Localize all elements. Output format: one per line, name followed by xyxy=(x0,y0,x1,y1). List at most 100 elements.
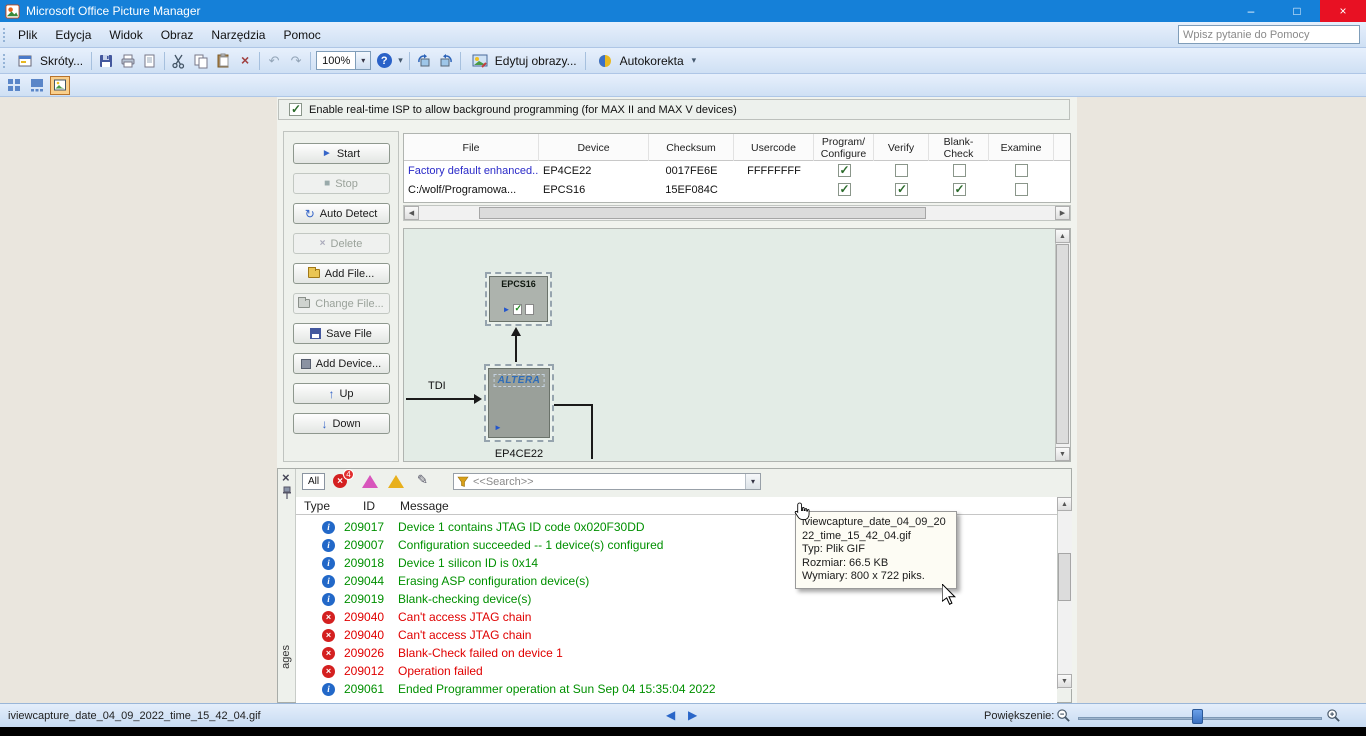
isp-checkbox[interactable] xyxy=(289,103,302,116)
menu-edycja[interactable]: Edycja xyxy=(46,25,100,45)
message-row[interactable]: ×209040Can't access JTAG chain xyxy=(296,626,1057,644)
messages-vertical-scrollbar[interactable]: ▲ ▼ xyxy=(1057,497,1072,689)
table-row[interactable]: Factory default enhanced... EP4CE22 0017… xyxy=(404,161,1070,180)
down-button[interactable]: ↓Down xyxy=(293,413,390,434)
chevron-down-icon[interactable]: ▾ xyxy=(745,474,760,489)
scroll-left-icon[interactable]: ◀ xyxy=(404,206,419,220)
col-device[interactable]: Device xyxy=(539,134,649,161)
change-file-button[interactable]: Change File... xyxy=(293,293,390,314)
verify-checkbox[interactable] xyxy=(895,183,908,196)
table-horizontal-scrollbar[interactable]: ◀ ▶ xyxy=(403,205,1071,221)
rotate-left-icon[interactable] xyxy=(413,51,435,71)
single-view-button[interactable] xyxy=(50,76,70,95)
device-chain-diagram: TDI EPCS16 ► xyxy=(403,228,1071,462)
zoom-in-icon[interactable] xyxy=(1326,708,1341,728)
cut-icon[interactable] xyxy=(168,51,190,71)
scrollbar-thumb[interactable] xyxy=(1058,553,1071,601)
redo-icon[interactable]: ↷ xyxy=(285,51,307,71)
close-panel-icon[interactable]: × xyxy=(282,470,290,485)
auto-detect-button[interactable]: ↻Auto Detect xyxy=(293,203,390,224)
col-usercode[interactable]: Usercode xyxy=(734,134,814,161)
help-icon[interactable]: ? xyxy=(373,51,395,71)
previous-image-button[interactable]: ◀ xyxy=(666,708,675,722)
program-checkbox[interactable] xyxy=(838,183,851,196)
scrollbar-thumb[interactable] xyxy=(479,207,926,219)
paste-icon[interactable] xyxy=(212,51,234,71)
message-column-header[interactable]: Message xyxy=(400,499,449,513)
add-file-button[interactable]: Add File... xyxy=(293,263,390,284)
col-file[interactable]: File xyxy=(404,134,539,161)
program-checkbox[interactable] xyxy=(838,164,851,177)
print-preview-icon[interactable] xyxy=(139,51,161,71)
col-checksum[interactable]: Checksum xyxy=(649,134,734,161)
message-row[interactable]: i209061Ended Programmer operation at Sun… xyxy=(296,680,1057,698)
scroll-down-icon[interactable]: ▼ xyxy=(1055,447,1070,461)
menu-obraz[interactable]: Obraz xyxy=(152,25,203,45)
zoom-slider-thumb[interactable] xyxy=(1192,709,1203,724)
checksum-cell: 15EF084C xyxy=(649,180,734,199)
type-column-header[interactable]: Type xyxy=(304,499,330,513)
toolbar-overflow-icon[interactable]: ▾ xyxy=(689,55,700,66)
zoom-out-icon[interactable] xyxy=(1056,708,1071,728)
filmstrip-view-button[interactable] xyxy=(27,76,47,95)
fpga-device-ep4ce22[interactable]: ALTERA ► xyxy=(484,364,554,442)
scrollbar-thumb[interactable] xyxy=(1056,244,1069,444)
col-program-configure[interactable]: Program/ Configure xyxy=(814,134,874,161)
col-verify[interactable]: Verify xyxy=(874,134,929,161)
up-button[interactable]: ↑Up xyxy=(293,383,390,404)
toolbar-overflow-icon[interactable]: ▾ xyxy=(395,55,406,66)
stop-button[interactable]: ■Stop xyxy=(293,173,390,194)
flash-device-epcs16[interactable]: EPCS16 ► xyxy=(485,272,552,326)
save-icon[interactable] xyxy=(95,51,117,71)
undo-icon[interactable]: ↶ xyxy=(263,51,285,71)
chevron-down-icon[interactable]: ▾ xyxy=(355,52,370,69)
autocorrect-button[interactable]: Autokorekta xyxy=(589,49,689,73)
zoom-combo[interactable]: 100% ▾ xyxy=(316,51,371,70)
help-question-input[interactable] xyxy=(1178,25,1360,44)
delete-button[interactable]: ×Delete xyxy=(293,233,390,254)
blank-check-checkbox[interactable] xyxy=(953,183,966,196)
copy-icon[interactable] xyxy=(190,51,212,71)
examine-checkbox[interactable] xyxy=(1015,183,1028,196)
scroll-up-icon[interactable]: ▲ xyxy=(1055,229,1070,243)
scroll-down-icon[interactable]: ▼ xyxy=(1057,674,1072,688)
id-column-header[interactable]: ID xyxy=(363,499,375,513)
edit-images-button[interactable]: Edytuj obrazy... xyxy=(464,49,582,73)
scroll-right-icon[interactable]: ▶ xyxy=(1055,206,1070,220)
message-row[interactable]: ×209012Operation failed xyxy=(296,662,1057,680)
scroll-up-icon[interactable]: ▲ xyxy=(1057,497,1072,511)
col-blank-check[interactable]: Blank- Check xyxy=(929,134,989,161)
save-file-button[interactable]: Save File xyxy=(293,323,390,344)
print-icon[interactable] xyxy=(117,51,139,71)
up-icon: ↑ xyxy=(328,389,334,399)
delete-icon[interactable]: × xyxy=(234,51,256,71)
message-row[interactable]: ×209026Blank-Check failed on device 1 xyxy=(296,644,1057,662)
menu-pomoc[interactable]: Pomoc xyxy=(274,25,329,45)
verify-checkbox[interactable] xyxy=(895,164,908,177)
menu-plik[interactable]: Plik xyxy=(9,25,46,45)
minimize-button[interactable]: – xyxy=(1228,0,1274,22)
col-examine[interactable]: Examine xyxy=(989,134,1054,161)
filter-all-button[interactable]: All xyxy=(302,473,325,490)
pin-icon[interactable] xyxy=(282,486,292,503)
close-button[interactable]: × xyxy=(1320,0,1366,22)
message-search-combo[interactable]: <<Search>> ▾ xyxy=(453,473,761,490)
rotate-right-icon[interactable] xyxy=(435,51,457,71)
maximize-button[interactable]: □ xyxy=(1274,0,1320,22)
shortcuts-button[interactable]: Skróty... xyxy=(9,49,88,73)
menu-narzedzia[interactable]: Narzędzia xyxy=(202,25,274,45)
thumbnail-view-button[interactable] xyxy=(4,76,24,95)
next-image-button[interactable]: ▶ xyxy=(688,708,697,722)
toolbar-grip[interactable] xyxy=(2,27,6,43)
diagram-vertical-scrollbar[interactable]: ▲ ▼ xyxy=(1055,229,1070,461)
menu-widok[interactable]: Widok xyxy=(100,25,151,45)
examine-checkbox[interactable] xyxy=(1015,164,1028,177)
table-row[interactable]: C:/wolf/Programowa... EPCS16 15EF084C xyxy=(404,180,1070,199)
toolbar-grip[interactable] xyxy=(2,53,6,69)
warning-filter-icon[interactable] xyxy=(388,475,404,488)
start-button[interactable]: ►Start xyxy=(293,143,390,164)
critical-warning-filter-icon[interactable] xyxy=(362,475,378,488)
add-device-button[interactable]: Add Device... xyxy=(293,353,390,374)
annotation-filter-icon[interactable]: ✎ xyxy=(417,472,428,488)
blank-check-checkbox[interactable] xyxy=(953,164,966,177)
